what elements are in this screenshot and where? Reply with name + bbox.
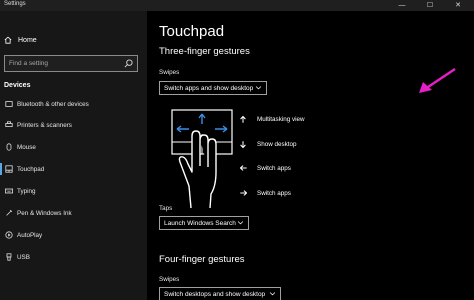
gesture-item-down: Show desktop: [237, 139, 297, 149]
four-finger-heading: Four-finger gestures: [159, 254, 245, 265]
chevron-down-icon: [255, 86, 262, 90]
bluetooth-icon: [5, 101, 13, 107]
chevron-down-icon: [237, 221, 244, 225]
sidebar-item-label: Bluetooth & other devices: [17, 100, 89, 108]
sidebar-item-label: Mouse: [17, 143, 36, 151]
gesture-label: Switch apps: [257, 189, 291, 197]
sidebar: Home Find a setting Devices Bluetooth & …: [0, 11, 147, 300]
four-finger-swipes-label: Swipes: [159, 276, 180, 283]
sidebar-item-label: Touchpad: [17, 165, 45, 173]
sidebar-item-label: Pen & Windows Ink: [17, 209, 72, 217]
gesture-item-up: Multitasking view: [237, 114, 305, 124]
gesture-item-right: Switch apps: [237, 188, 291, 198]
arrow-left-icon: [239, 165, 247, 171]
keyboard-icon: [5, 188, 13, 194]
sidebar-item-bluetooth[interactable]: Bluetooth & other devices: [0, 98, 147, 110]
three-finger-taps-dropdown[interactable]: Launch Windows Search: [159, 216, 249, 230]
three-finger-swipes-dropdown[interactable]: Switch apps and show desktop: [159, 81, 267, 95]
home-icon: [4, 36, 12, 44]
pen-icon: [6, 209, 13, 216]
active-indicator: [0, 163, 2, 175]
callout-arrow-icon: [419, 68, 456, 93]
dropdown-value: Launch Windows Search: [164, 219, 236, 227]
home-link[interactable]: Home: [4, 36, 37, 44]
usb-icon: [6, 253, 12, 261]
maximize-button[interactable]: ☐: [416, 0, 444, 11]
gesture-item-left: Switch apps: [237, 163, 291, 173]
gesture-label: Switch apps: [257, 164, 291, 172]
dropdown-value: Switch apps and show desktop: [164, 84, 254, 92]
mouse-icon: [6, 143, 12, 151]
search-placeholder: Find a setting: [9, 60, 49, 67]
arrow-up-icon: [240, 115, 246, 123]
window-title: Settings: [4, 1, 26, 7]
close-button[interactable]: ✕: [444, 0, 472, 11]
touchpad-icon: [5, 165, 13, 173]
search-icon[interactable]: [124, 59, 133, 68]
sidebar-item-label: Printers & scanners: [17, 121, 72, 129]
sidebar-item-usb[interactable]: USB: [0, 251, 147, 263]
three-finger-swipes-label: Swipes: [159, 69, 180, 76]
sidebar-item-typing[interactable]: Typing: [0, 185, 147, 197]
chevron-down-icon: [269, 292, 276, 296]
title-bar: Settings — ☐ ✕: [0, 0, 474, 11]
arrow-right-icon: [239, 190, 247, 196]
sidebar-item-autoplay[interactable]: AutoPlay: [0, 229, 147, 241]
minimize-button[interactable]: —: [388, 0, 416, 11]
sidebar-item-mouse[interactable]: Mouse: [0, 141, 147, 153]
dropdown-value: Switch desktops and show desktop: [164, 290, 266, 298]
main-content: Touchpad Three-finger gestures Swipes Sw…: [147, 11, 474, 300]
section-label-devices: Devices: [4, 82, 31, 89]
printer-icon: [5, 121, 13, 127]
search-input[interactable]: Find a setting: [4, 55, 138, 72]
arrow-down-icon: [240, 140, 246, 148]
sidebar-item-pen[interactable]: Pen & Windows Ink: [0, 207, 147, 219]
page-title: Touchpad: [159, 23, 225, 40]
sidebar-item-label: USB: [17, 253, 30, 261]
gesture-label: Show desktop: [257, 140, 297, 148]
three-finger-heading: Three-finger gestures: [159, 46, 250, 57]
home-label: Home: [18, 36, 37, 44]
sidebar-item-label: Typing: [17, 187, 36, 195]
autoplay-icon: [5, 231, 13, 239]
taps-label: Taps: [159, 205, 173, 212]
gesture-label: Multitasking view: [257, 115, 305, 123]
sidebar-item-printers[interactable]: Printers & scanners: [0, 119, 147, 131]
sidebar-item-touchpad[interactable]: Touchpad: [0, 163, 147, 175]
sidebar-item-label: AutoPlay: [17, 231, 43, 239]
four-finger-swipes-dropdown[interactable]: Switch desktops and show desktop: [159, 287, 281, 300]
three-finger-gesture-illustration: [171, 109, 233, 209]
